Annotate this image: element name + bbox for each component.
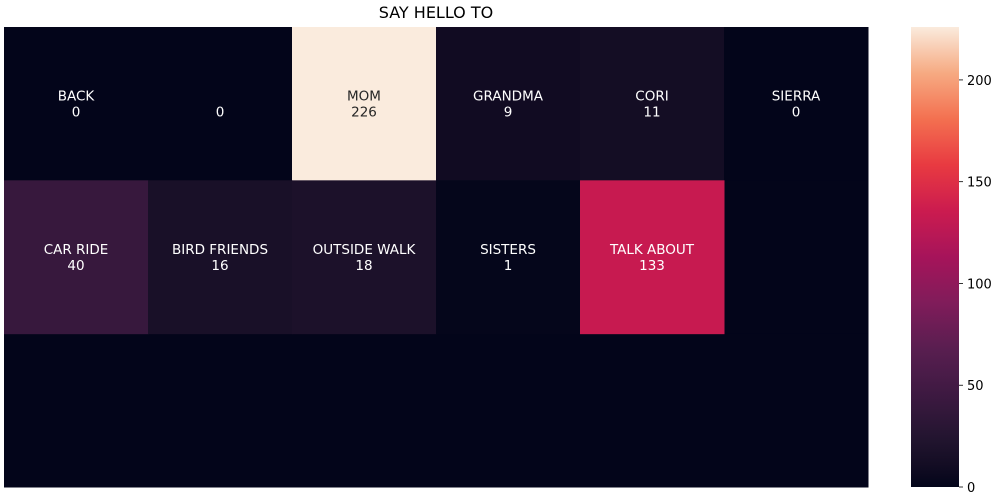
cell-value-label: 18 bbox=[355, 258, 372, 274]
cell-value-label: 0 bbox=[72, 105, 81, 121]
cell-name-label: GRANDMA bbox=[473, 89, 544, 105]
cell-name-label: MOM bbox=[347, 89, 381, 105]
cell-value-label: 133 bbox=[639, 258, 665, 274]
colorbar: 0 50 100 150 200 bbox=[911, 27, 992, 496]
cell-name-label: OUTSIDE WALK bbox=[313, 242, 417, 258]
cell-value-label: 0 bbox=[792, 105, 801, 121]
colorbar-gradient bbox=[911, 27, 959, 487]
heatmap-cell-empty bbox=[724, 333, 869, 488]
heatmap-chart: SAY HELLO TO BACK0 0MOM226GRANDMA9CORI11S… bbox=[4, 3, 992, 496]
heatmap-cell-empty bbox=[724, 180, 869, 335]
cell-name-label: SIERRA bbox=[772, 89, 821, 105]
chart-title: SAY HELLO TO bbox=[379, 3, 493, 22]
cell-name-label: CAR RIDE bbox=[44, 242, 109, 258]
cell-value-label: 9 bbox=[504, 105, 513, 121]
cell-value-label: 0 bbox=[216, 105, 225, 121]
colorbar-tick-label: 150 bbox=[967, 176, 992, 191]
cell-name-label: BIRD FRIENDS bbox=[172, 242, 268, 258]
colorbar-tick-label: 200 bbox=[967, 74, 992, 89]
cell-value-label: 1 bbox=[504, 258, 513, 274]
cell-name-label: TALK ABOUT bbox=[609, 242, 695, 258]
cell-name-label: CORI bbox=[635, 89, 668, 105]
colorbar-tick-label: 50 bbox=[967, 379, 984, 394]
colorbar-tick-label: 0 bbox=[967, 481, 975, 496]
heatmap-cell-empty bbox=[292, 333, 437, 488]
heatmap-cell-empty bbox=[436, 333, 581, 488]
heatmap-cell-empty bbox=[580, 333, 725, 488]
cell-value-label: 16 bbox=[211, 258, 228, 274]
heatmap-cells: BACK0 0MOM226GRANDMA9CORI11SIERRA0CAR RID… bbox=[4, 27, 869, 488]
cell-name-label: SISTERS bbox=[480, 242, 536, 258]
cell-value-label: 40 bbox=[67, 258, 84, 274]
heatmap-cell-empty bbox=[148, 333, 293, 488]
heatmap-cell-empty bbox=[4, 333, 149, 488]
cell-value-label: 226 bbox=[351, 105, 377, 121]
colorbar-tick-label: 100 bbox=[967, 277, 992, 292]
cell-name-label: BACK bbox=[58, 89, 96, 105]
cell-value-label: 11 bbox=[643, 105, 660, 121]
